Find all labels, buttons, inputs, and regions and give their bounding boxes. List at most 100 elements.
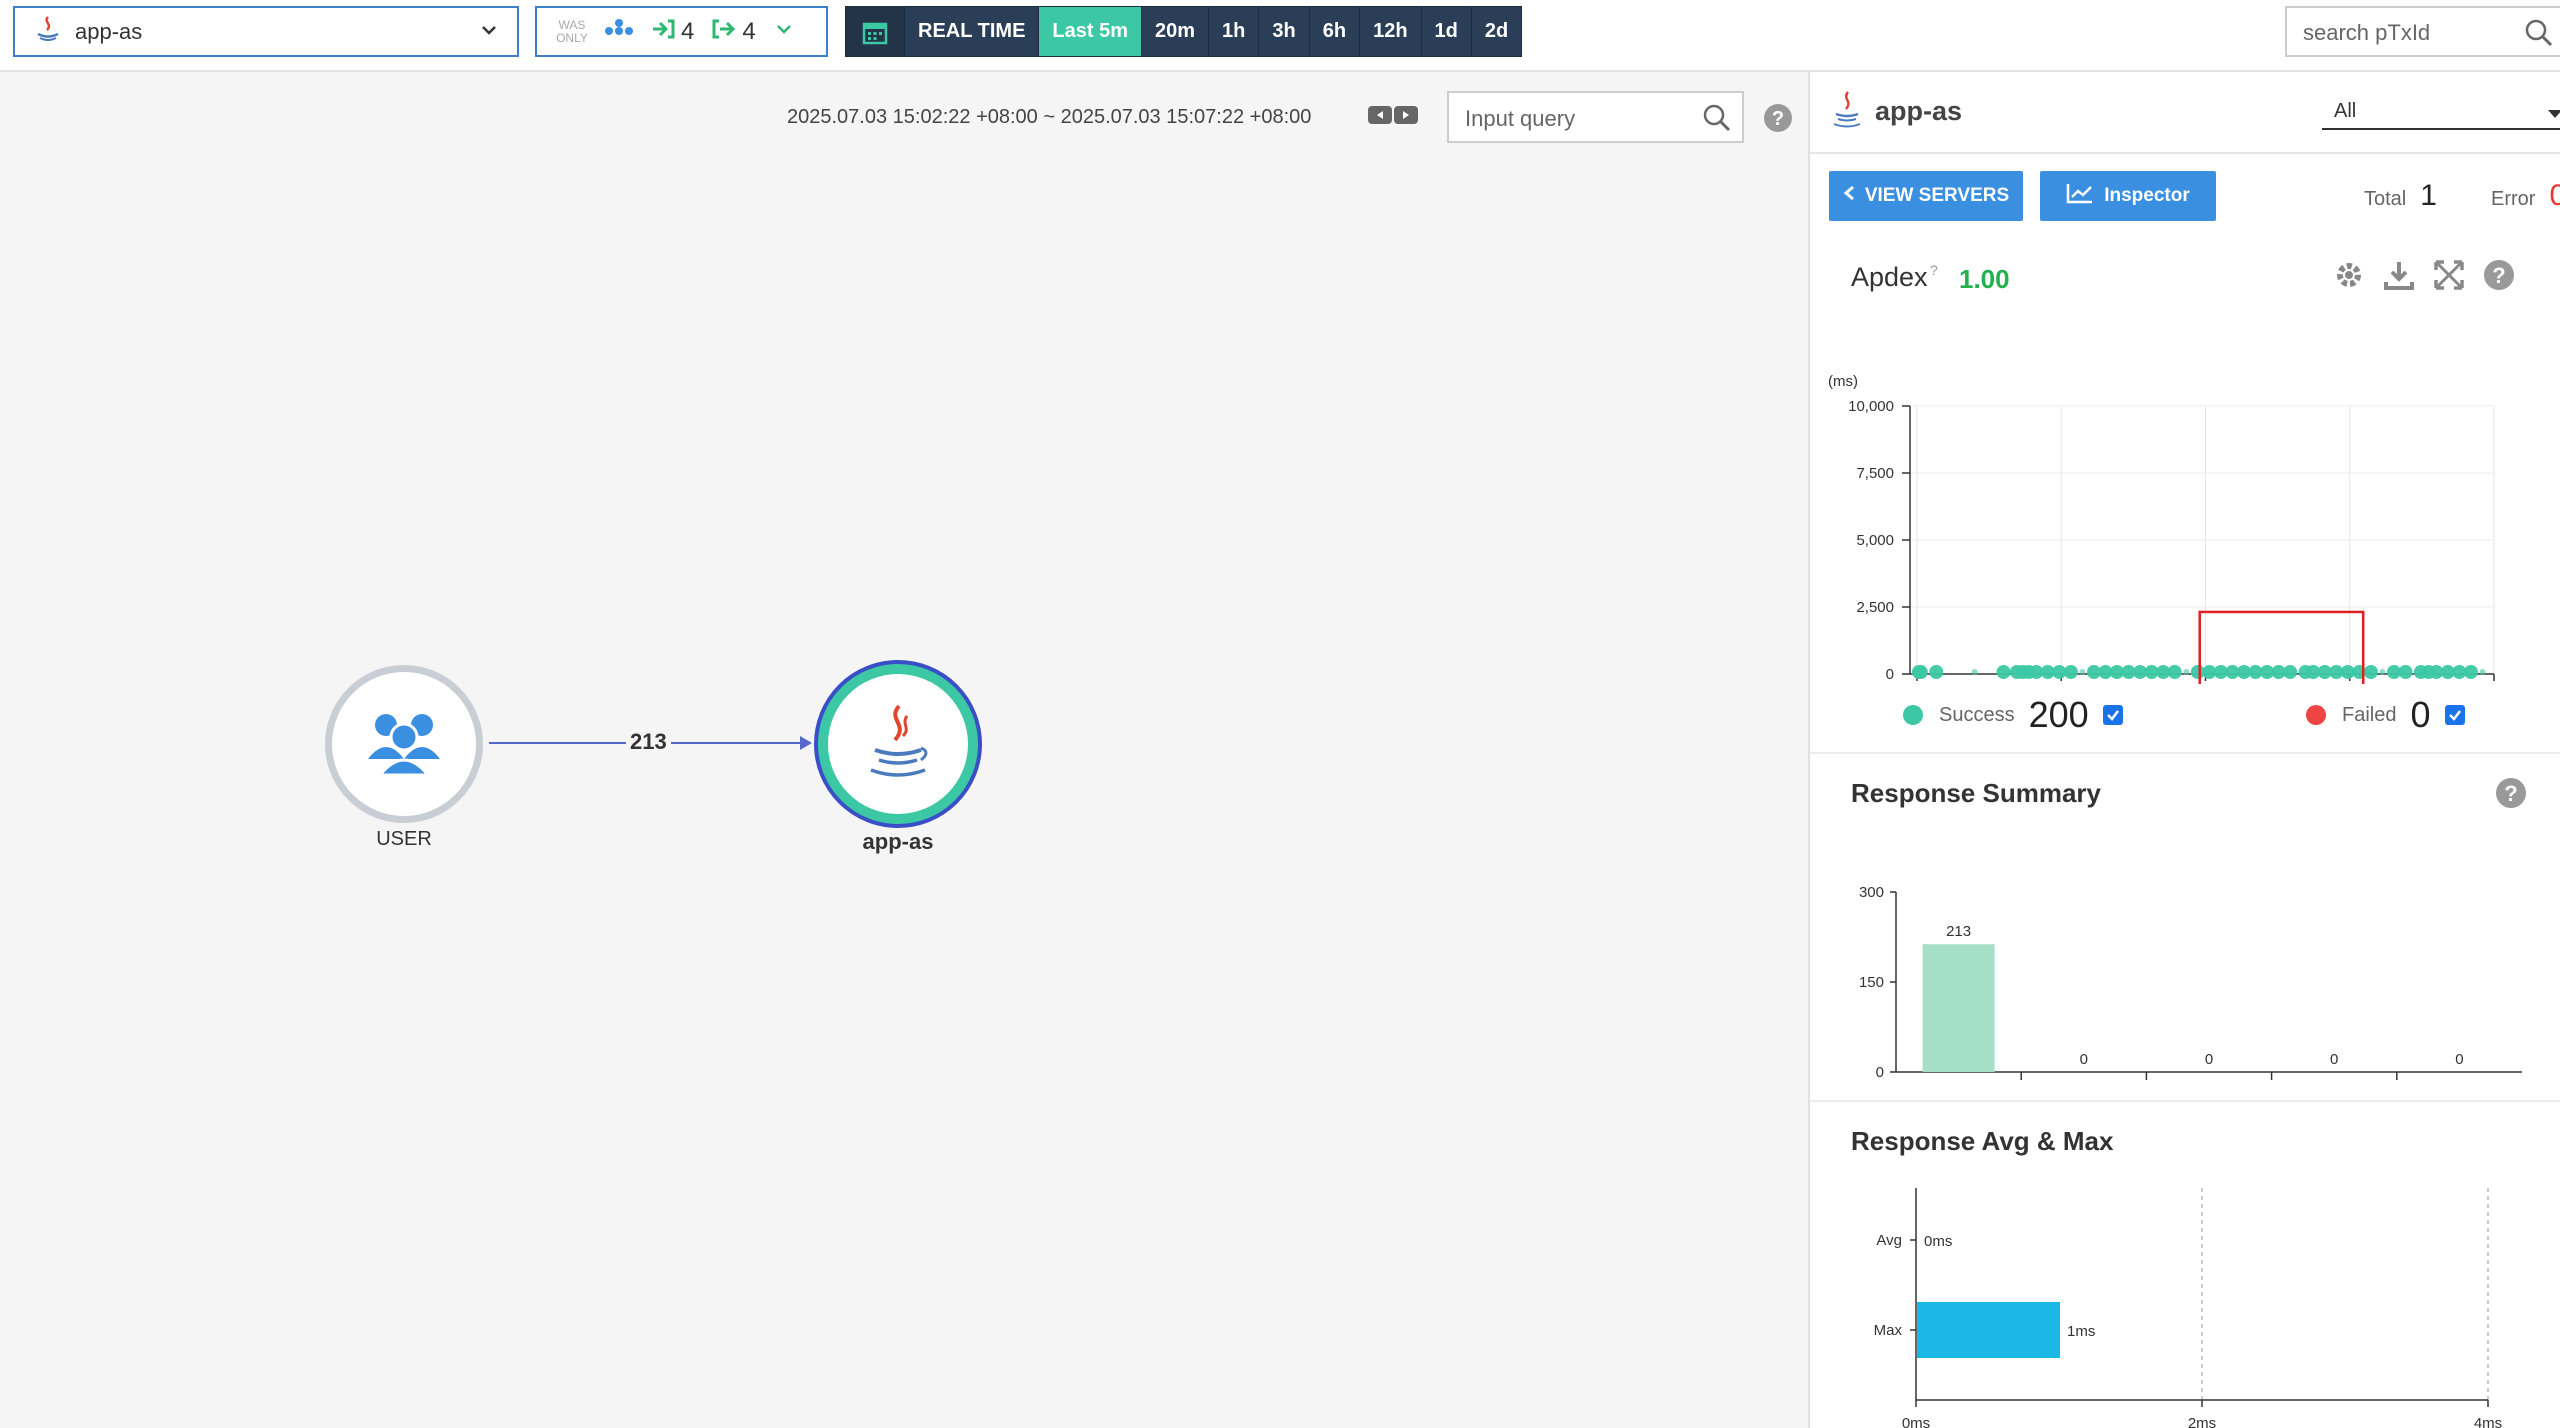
failed-count: 0 bbox=[2410, 694, 2431, 735]
search-icon[interactable] bbox=[2524, 18, 2554, 54]
x-tick-label: 2ms bbox=[2188, 1415, 2216, 1428]
calendar-icon[interactable] bbox=[846, 7, 904, 56]
caret-down-icon bbox=[2548, 110, 2560, 118]
help-icon[interactable]: ? bbox=[2494, 776, 2528, 815]
success-point bbox=[1929, 665, 1944, 679]
app-selector-label: app-as bbox=[75, 18, 143, 44]
app-node[interactable] bbox=[814, 660, 982, 828]
inspector-button[interactable]: Inspector bbox=[2040, 171, 2216, 221]
failed-dot-icon bbox=[2306, 705, 2326, 725]
expand-icon[interactable] bbox=[2432, 258, 2466, 297]
download-icon[interactable] bbox=[2382, 258, 2416, 297]
was-filter[interactable]: WAS ONLY 4 4 bbox=[535, 6, 828, 57]
user-node[interactable] bbox=[325, 665, 483, 823]
success-point bbox=[2398, 665, 2413, 679]
success-point bbox=[2183, 669, 2190, 675]
app-selector[interactable]: app-as bbox=[13, 6, 519, 57]
success-checkbox[interactable] bbox=[2102, 705, 2123, 725]
svg-text:?: ? bbox=[2504, 781, 2517, 806]
svg-text:?: ? bbox=[1772, 108, 1784, 130]
y-axis-unit: (ms) bbox=[1828, 373, 1858, 390]
apdex-value: 1.00 bbox=[1959, 264, 2010, 294]
failed-checkbox[interactable] bbox=[2444, 705, 2465, 725]
error-count: Error 0 bbox=[2491, 179, 2560, 212]
summary-value-label: 0 bbox=[2205, 1051, 2213, 1068]
success-point bbox=[2379, 669, 2386, 675]
time-btn-6h[interactable]: 6h bbox=[1308, 7, 1359, 56]
time-btn-20m[interactable]: 20m bbox=[1141, 7, 1208, 56]
summary-value-label: 0 bbox=[2080, 1051, 2088, 1068]
cluster-icon bbox=[603, 17, 635, 46]
app-node-inner bbox=[828, 674, 968, 814]
prev-arrow-icon[interactable] bbox=[1368, 106, 1392, 124]
success-point bbox=[1996, 665, 2011, 679]
search-icon[interactable] bbox=[1702, 103, 1732, 139]
success-point bbox=[1913, 665, 1928, 679]
time-btn-1d[interactable]: 1d bbox=[1420, 7, 1471, 56]
help-icon[interactable]: ? bbox=[2482, 258, 2516, 297]
total-count: Total 1 bbox=[2364, 179, 2437, 212]
user-node-label: USER bbox=[376, 828, 432, 850]
summary-bar bbox=[1922, 944, 1995, 1072]
x-tick-label: 0ms bbox=[1902, 1415, 1930, 1428]
success-point bbox=[2167, 665, 2182, 679]
inbound-icon bbox=[651, 18, 675, 45]
success-point bbox=[2283, 665, 2298, 679]
time-btn-12h[interactable]: 12h bbox=[1359, 7, 1420, 56]
chevron-down-icon bbox=[479, 20, 499, 45]
success-point bbox=[2363, 665, 2378, 679]
y-tick-label: 10,000 bbox=[1848, 398, 1894, 415]
avgmax-value-label: 0ms bbox=[1924, 1233, 1952, 1250]
view-servers-label: VIEW SERVERS bbox=[1864, 185, 2010, 206]
next-arrow-icon[interactable] bbox=[1394, 106, 1418, 124]
view-servers-button[interactable]: VIEW SERVERS bbox=[1829, 171, 2023, 221]
y-tick-label: 150 bbox=[1859, 974, 1884, 991]
inbound-count: 4 bbox=[681, 17, 695, 45]
outbound-icon bbox=[712, 18, 736, 45]
edge-arrow-icon bbox=[800, 736, 812, 750]
y-tick-label: 0 bbox=[1886, 666, 1894, 683]
ptxid-search-placeholder: search pTxId bbox=[2303, 20, 2431, 45]
time-btn-last5m[interactable]: Last 5m bbox=[1038, 7, 1142, 56]
was-only-label: WAS ONLY bbox=[556, 17, 588, 45]
y-tick-label: 0 bbox=[1876, 1064, 1884, 1081]
response-avg-max-title: Response Avg & Max bbox=[1851, 1126, 2114, 1156]
y-tick-label: 300 bbox=[1859, 884, 1884, 901]
time-btn-1h[interactable]: 1h bbox=[1208, 7, 1258, 56]
response-time-scatter-chart[interactable]: (ms)10,0007,5005,0002,50002025.07.0315:0… bbox=[1810, 304, 2560, 684]
response-summary-chart[interactable]: 01503001s3s5sSlowError 2130000 bbox=[1810, 842, 2560, 1082]
summary-value-label: 213 bbox=[1946, 923, 1971, 940]
legend-success: Success 200 bbox=[1903, 694, 2123, 736]
edge-call-count[interactable]: 213 bbox=[626, 729, 671, 755]
success-count: 200 bbox=[2028, 694, 2089, 735]
chevron-down-icon[interactable] bbox=[774, 19, 794, 44]
success-point bbox=[2079, 669, 2086, 675]
chart-line-icon bbox=[2066, 182, 2094, 210]
summary-value-label: 0 bbox=[2455, 1051, 2463, 1068]
success-point bbox=[2479, 669, 2486, 675]
help-icon[interactable]: ? bbox=[1763, 103, 1793, 138]
inspector-label: Inspector bbox=[2104, 185, 2190, 206]
gear-icon[interactable] bbox=[2332, 258, 2366, 297]
y-tick-label: 5,000 bbox=[1856, 532, 1894, 549]
query-input[interactable]: Input query bbox=[1447, 91, 1744, 143]
time-nav-arrows bbox=[1368, 106, 1418, 124]
time-btn-realtime[interactable]: REAL TIME bbox=[904, 7, 1038, 56]
section-divider bbox=[1810, 1100, 2560, 1102]
outbound-count: 4 bbox=[742, 17, 756, 45]
time-btn-3h[interactable]: 3h bbox=[1258, 7, 1308, 56]
success-point bbox=[2063, 665, 2078, 679]
y-tick-label: 7,500 bbox=[1856, 465, 1894, 482]
java-icon bbox=[33, 14, 63, 49]
panel-filter-select[interactable]: All bbox=[2322, 94, 2560, 130]
failed-label: Failed bbox=[2342, 703, 2397, 726]
ptxid-search-input[interactable]: search pTxId bbox=[2285, 6, 2560, 57]
top-bar: app-as WAS ONLY 4 4 REAL TIME Last 5m 20m… bbox=[0, 0, 2560, 72]
time-btn-2d[interactable]: 2d bbox=[1470, 7, 1521, 56]
apdex-help[interactable]: ? bbox=[1930, 262, 1938, 278]
response-avg-max-chart[interactable]: 0ms 2ms 4ms Avg Max 0ms 1ms bbox=[1810, 1178, 2560, 1428]
y-tick-label: Max bbox=[1874, 1322, 1903, 1339]
section-divider bbox=[1810, 752, 2560, 754]
apdex-label: Apdex bbox=[1851, 262, 1928, 292]
panel-header: app-as All bbox=[1810, 72, 2560, 154]
